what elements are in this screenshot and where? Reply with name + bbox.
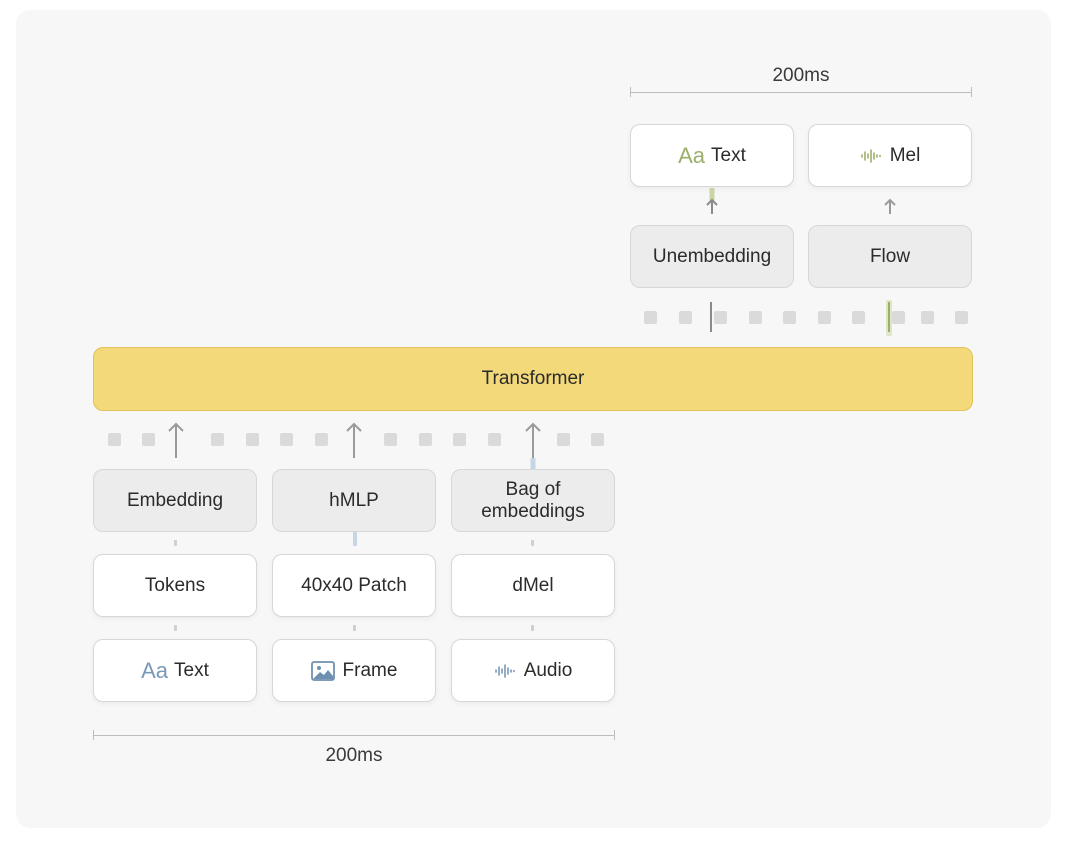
input-token bbox=[211, 433, 224, 446]
input-token bbox=[488, 433, 501, 446]
arrow-up-icon bbox=[345, 420, 363, 465]
dmel-box: dMel bbox=[451, 554, 615, 617]
connector bbox=[353, 625, 356, 631]
connector bbox=[531, 625, 534, 631]
hmlp-box: hMLP bbox=[272, 469, 436, 532]
arrow-up-icon bbox=[882, 196, 898, 221]
transformer-block: Transformer bbox=[93, 347, 973, 411]
input-token bbox=[591, 433, 604, 446]
top-scale-tick-right bbox=[971, 87, 972, 97]
input-token bbox=[384, 433, 397, 446]
input-token bbox=[280, 433, 293, 446]
output-token bbox=[852, 311, 865, 324]
image-icon bbox=[310, 660, 335, 681]
output-text-box: Aa Text bbox=[630, 124, 794, 187]
embedding-label: Embedding bbox=[126, 489, 224, 511]
input-token bbox=[419, 433, 432, 446]
flow-label: Flow bbox=[869, 245, 911, 267]
arrow-up-icon bbox=[167, 420, 185, 465]
output-token bbox=[955, 311, 968, 324]
output-token bbox=[644, 311, 657, 324]
text-glyph-icon: Aa bbox=[678, 142, 706, 168]
output-text-connector bbox=[710, 302, 712, 332]
output-mel-label: Mel bbox=[889, 144, 921, 166]
input-token bbox=[557, 433, 570, 446]
bag-label-line1: Bag of bbox=[505, 478, 561, 500]
connector bbox=[531, 540, 534, 546]
transformer-label: Transformer bbox=[481, 368, 585, 389]
output-token bbox=[679, 311, 692, 324]
input-token bbox=[142, 433, 155, 446]
embedding-box: Embedding bbox=[93, 469, 257, 532]
unembedding-label: Unembedding bbox=[652, 245, 772, 267]
frame-label: Frame bbox=[342, 659, 398, 681]
connector bbox=[174, 625, 177, 631]
input-token bbox=[315, 433, 328, 446]
input-token bbox=[108, 433, 121, 446]
input-text-box: Aa Text bbox=[93, 639, 257, 702]
bottom-scale-line bbox=[93, 735, 615, 736]
waveform-icon bbox=[494, 662, 516, 680]
output-mel-connector bbox=[888, 302, 890, 332]
output-token bbox=[749, 311, 762, 324]
input-token bbox=[246, 433, 259, 446]
top-scale-line bbox=[630, 92, 972, 93]
connector bbox=[174, 540, 177, 546]
top-scale-label: 200ms bbox=[772, 65, 830, 86]
dmel-label: dMel bbox=[512, 574, 554, 596]
frame-box: Frame bbox=[272, 639, 436, 702]
input-text-label: Text bbox=[174, 659, 209, 681]
output-mel-box: Mel bbox=[808, 124, 972, 187]
tokens-label: Tokens bbox=[144, 574, 206, 596]
waveform-icon bbox=[860, 147, 882, 165]
bag-of-embeddings-box: Bag of embeddings bbox=[451, 469, 615, 532]
output-token bbox=[714, 311, 727, 324]
arrow-up-icon bbox=[704, 188, 720, 221]
text-glyph-icon: Aa bbox=[141, 657, 169, 683]
input-token bbox=[453, 433, 466, 446]
bottom-scale-label: 200ms bbox=[325, 745, 383, 766]
output-token bbox=[818, 311, 831, 324]
unembedding-box: Unembedding bbox=[630, 225, 794, 288]
audio-box: Audio bbox=[451, 639, 615, 702]
tokens-box: Tokens bbox=[93, 554, 257, 617]
output-text-label: Text bbox=[711, 144, 746, 166]
output-token bbox=[892, 311, 905, 324]
patch-label: 40x40 Patch bbox=[301, 574, 407, 596]
patch-box: 40x40 Patch bbox=[272, 554, 436, 617]
flow-box: Flow bbox=[808, 225, 972, 288]
connector bbox=[353, 532, 357, 546]
output-token bbox=[783, 311, 796, 324]
hmlp-label: hMLP bbox=[329, 489, 379, 511]
bottom-scale-tick-right bbox=[614, 730, 615, 740]
audio-label: Audio bbox=[523, 659, 573, 681]
output-token bbox=[921, 311, 934, 324]
bag-label-line2: embeddings bbox=[481, 500, 585, 522]
